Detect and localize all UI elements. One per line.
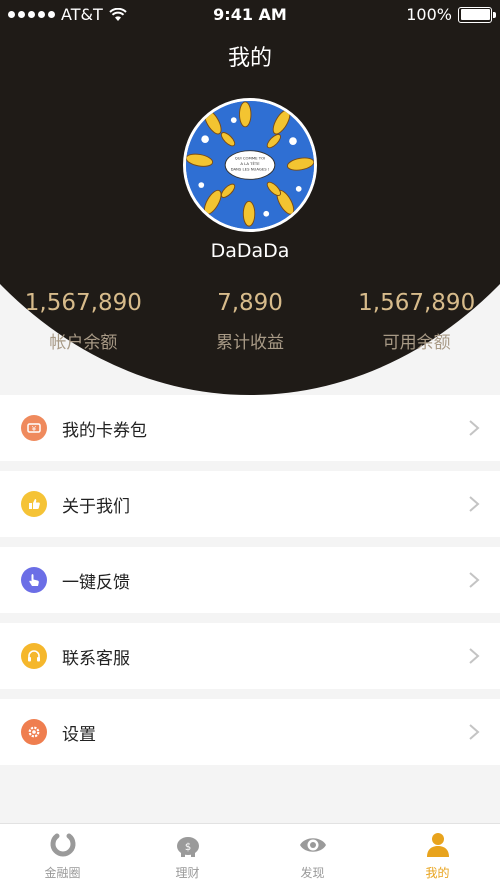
- stat-label: 累计收益: [216, 333, 284, 353]
- status-bar: AT&T 9:41 AM 100%: [0, 0, 500, 30]
- menu-item-label: 我的卡券包: [62, 420, 147, 441]
- menu-item-label: 联系客服: [62, 648, 130, 669]
- profile-header: AT&T 9:41 AM 100% 我的 QUI COMME TOI A LA …: [0, 0, 500, 395]
- tab-label: 我的: [425, 866, 450, 880]
- tab-wealth[interactable]: $ 理财: [125, 824, 250, 889]
- stat-value: 1,567,890: [24, 290, 142, 316]
- battery-icon: [458, 6, 496, 23]
- tab-label: 发现: [300, 866, 325, 880]
- username: DaDaDa: [210, 240, 290, 262]
- svg-text:A LA TÊTE: A LA TÊTE: [240, 161, 260, 166]
- tab-bar: 金融圈 $ 理财 发现 我的: [0, 823, 500, 889]
- chevron-right-icon: [469, 420, 480, 436]
- headset-icon: [21, 643, 47, 669]
- tab-finance-circle[interactable]: 金融圈: [0, 824, 125, 889]
- stat-value: 1,567,890: [358, 290, 476, 316]
- gear-icon: [21, 719, 47, 745]
- tab-label: 金融圈: [44, 866, 81, 880]
- menu-item-coupons[interactable]: ¥ 我的卡券包: [0, 395, 500, 461]
- coupon-icon: ¥: [21, 415, 47, 441]
- menu-item-about-us[interactable]: 关于我们: [0, 471, 500, 537]
- stat-account-balance[interactable]: 1,567,890 帐户余额: [0, 290, 167, 353]
- battery-percent: 100%: [406, 5, 452, 24]
- stat-label: 可用余额: [382, 333, 451, 353]
- balance-stats: 1,567,890 帐户余额 7,890 累计收益 1,567,890 可用余额: [0, 290, 500, 353]
- menu-item-customer-service[interactable]: 联系客服: [0, 623, 500, 689]
- eye-icon: [299, 838, 326, 852]
- tab-discover[interactable]: 发现: [250, 824, 375, 889]
- svg-text:$: $: [184, 842, 190, 853]
- chevron-right-icon: [469, 724, 480, 740]
- chevron-right-icon: [469, 496, 480, 512]
- svg-text:DANS LES NUAGES !: DANS LES NUAGES !: [231, 167, 270, 172]
- svg-text:QUI COMME TOI: QUI COMME TOI: [235, 155, 265, 160]
- page-title: 我的: [227, 46, 272, 71]
- settings-menu: ¥ 我的卡券包 关于我们 一键反馈 联系客服 设置: [0, 395, 500, 775]
- avatar-image: QUI COMME TOI A LA TÊTE DANS LES NUAGES …: [186, 101, 314, 229]
- menu-item-label: 一键反馈: [62, 572, 130, 593]
- thumb-icon: [21, 491, 47, 517]
- chevron-right-icon: [469, 648, 480, 664]
- menu-item-label: 设置: [62, 724, 96, 745]
- piggy-bank-icon: $: [176, 837, 199, 857]
- hand-pointer-icon: [21, 567, 47, 593]
- menu-item-label: 关于我们: [62, 496, 130, 517]
- svg-text:¥: ¥: [32, 425, 37, 433]
- stat-total-earnings[interactable]: 7,890 累计收益: [167, 290, 334, 353]
- tab-mine[interactable]: 我的: [375, 824, 500, 889]
- menu-item-feedback[interactable]: 一键反馈: [0, 547, 500, 613]
- finance-circle-icon: [50, 833, 75, 857]
- person-icon: [426, 833, 449, 857]
- avatar[interactable]: QUI COMME TOI A LA TÊTE DANS LES NUAGES …: [183, 98, 317, 232]
- menu-item-settings[interactable]: 设置: [0, 699, 500, 765]
- stat-available-balance[interactable]: 1,567,890 可用余额: [333, 290, 500, 353]
- chevron-right-icon: [469, 572, 480, 588]
- stat-value: 7,890: [217, 290, 283, 316]
- stat-label: 帐户余额: [49, 333, 118, 353]
- tab-label: 理财: [175, 866, 200, 880]
